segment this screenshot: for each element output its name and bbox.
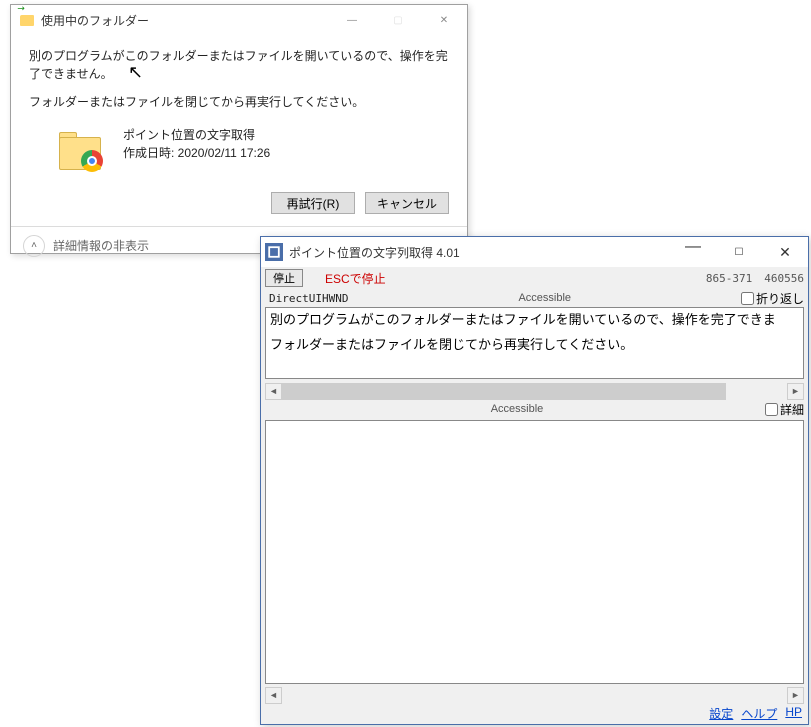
- coordinates-display: 865-371: [706, 272, 752, 285]
- close-button[interactable]: ✕: [421, 5, 467, 35]
- scroll-left-button[interactable]: ◄: [265, 383, 282, 400]
- window-controls: — ☐ ✕: [670, 237, 808, 267]
- maximize-button[interactable]: ☐: [716, 237, 762, 267]
- scroll-right-button-2[interactable]: ►: [787, 687, 804, 704]
- chrome-folder-icon: [59, 126, 107, 174]
- item-text: ポイント位置の文字取得 作成日時: 2020/02/11 17:26: [123, 126, 270, 162]
- class-name-label: DirectUIHWND: [269, 292, 348, 305]
- scroll-track[interactable]: [282, 383, 787, 400]
- dialog-title: 使用中のフォルダー: [41, 12, 329, 29]
- app-icon: [265, 243, 283, 261]
- settings-link[interactable]: 設定: [709, 705, 733, 722]
- minimize-button[interactable]: —: [329, 5, 375, 35]
- window-title: ポイント位置の文字列取得 4.01: [289, 244, 670, 261]
- toolbar-row: 停止 ESCで停止 865-371 460556: [261, 267, 808, 289]
- accessible-label-2: Accessible: [269, 403, 765, 415]
- details-toggle[interactable]: 詳細情報の非表示: [53, 237, 149, 254]
- minimize-button[interactable]: —: [670, 237, 716, 267]
- item-name: ポイント位置の文字取得: [123, 126, 270, 144]
- folder-icon: ↗: [19, 12, 35, 28]
- dialog-body: 別のプログラムがこのフォルダーまたはファイルを開いているので、操作を完了できませ…: [11, 35, 467, 188]
- info-row-2: Accessible 詳細: [261, 400, 808, 418]
- captured-line-2: フォルダーまたはファイルを閉じてから再実行してください。: [270, 335, 799, 356]
- dialog-buttons: 再試行(R) キャンセル: [11, 188, 467, 226]
- help-link[interactable]: ヘルプ: [741, 705, 777, 722]
- footer-links: 設定 ヘルプ HP: [709, 705, 802, 722]
- item-date: 作成日時: 2020/02/11 17:26: [123, 144, 270, 162]
- hp-link[interactable]: HP: [785, 705, 802, 722]
- maximize-button: ▢: [375, 5, 421, 35]
- text-capture-window: ポイント位置の文字列取得 4.01 — ☐ ✕ 停止 ESCで停止 865-37…: [260, 236, 809, 725]
- detail-label: 詳細: [780, 401, 804, 418]
- wrap-checkbox-input[interactable]: [741, 292, 754, 305]
- message-line-1: 別のプログラムがこのフォルダーまたはファイルを開いているので、操作を完了できませ…: [29, 47, 449, 83]
- esc-hint: ESCで停止: [325, 270, 386, 287]
- captured-line-1: 別のプログラムがこのフォルダーまたはファイルを開いているので、操作を完了できま: [270, 310, 799, 331]
- dialog-titlebar[interactable]: ↗ 使用中のフォルダー — ▢ ✕: [11, 5, 467, 35]
- message-line-2: フォルダーまたはファイルを閉じてから再実行してください。: [29, 93, 449, 110]
- horizontal-scrollbar-2[interactable]: ◄ ►: [265, 686, 804, 704]
- secondary-output[interactable]: [265, 420, 804, 684]
- detail-checkbox-input[interactable]: [765, 403, 778, 416]
- close-button[interactable]: ✕: [762, 237, 808, 267]
- cancel-button[interactable]: キャンセル: [365, 192, 449, 214]
- chevron-up-icon[interactable]: ˄: [23, 235, 45, 257]
- handle-display: 460556: [764, 272, 804, 285]
- scroll-left-button-2[interactable]: ◄: [265, 687, 282, 704]
- scroll-right-button[interactable]: ►: [787, 383, 804, 400]
- window-titlebar[interactable]: ポイント位置の文字列取得 4.01 — ☐ ✕: [261, 237, 808, 267]
- scroll-track-2[interactable]: [282, 687, 787, 704]
- wrap-checkbox[interactable]: 折り返し: [741, 290, 804, 307]
- wrap-label: 折り返し: [756, 290, 804, 307]
- window-controls: — ▢ ✕: [329, 5, 467, 35]
- horizontal-scrollbar-1[interactable]: ◄ ►: [265, 382, 804, 400]
- locked-item: ポイント位置の文字取得 作成日時: 2020/02/11 17:26: [29, 110, 449, 188]
- stop-button[interactable]: 停止: [265, 269, 303, 287]
- scroll-thumb[interactable]: [282, 383, 726, 400]
- detail-checkbox[interactable]: 詳細: [765, 401, 804, 418]
- retry-button[interactable]: 再試行(R): [271, 192, 355, 214]
- info-row: DirectUIHWND Accessible 折り返し: [261, 289, 808, 307]
- captured-text-output[interactable]: 別のプログラムがこのフォルダーまたはファイルを開いているので、操作を完了できま …: [265, 307, 804, 379]
- accessible-label: Accessible: [348, 292, 741, 304]
- folder-in-use-dialog: ↗ 使用中のフォルダー — ▢ ✕ 別のプログラムがこのフォルダーまたはファイル…: [10, 4, 468, 254]
